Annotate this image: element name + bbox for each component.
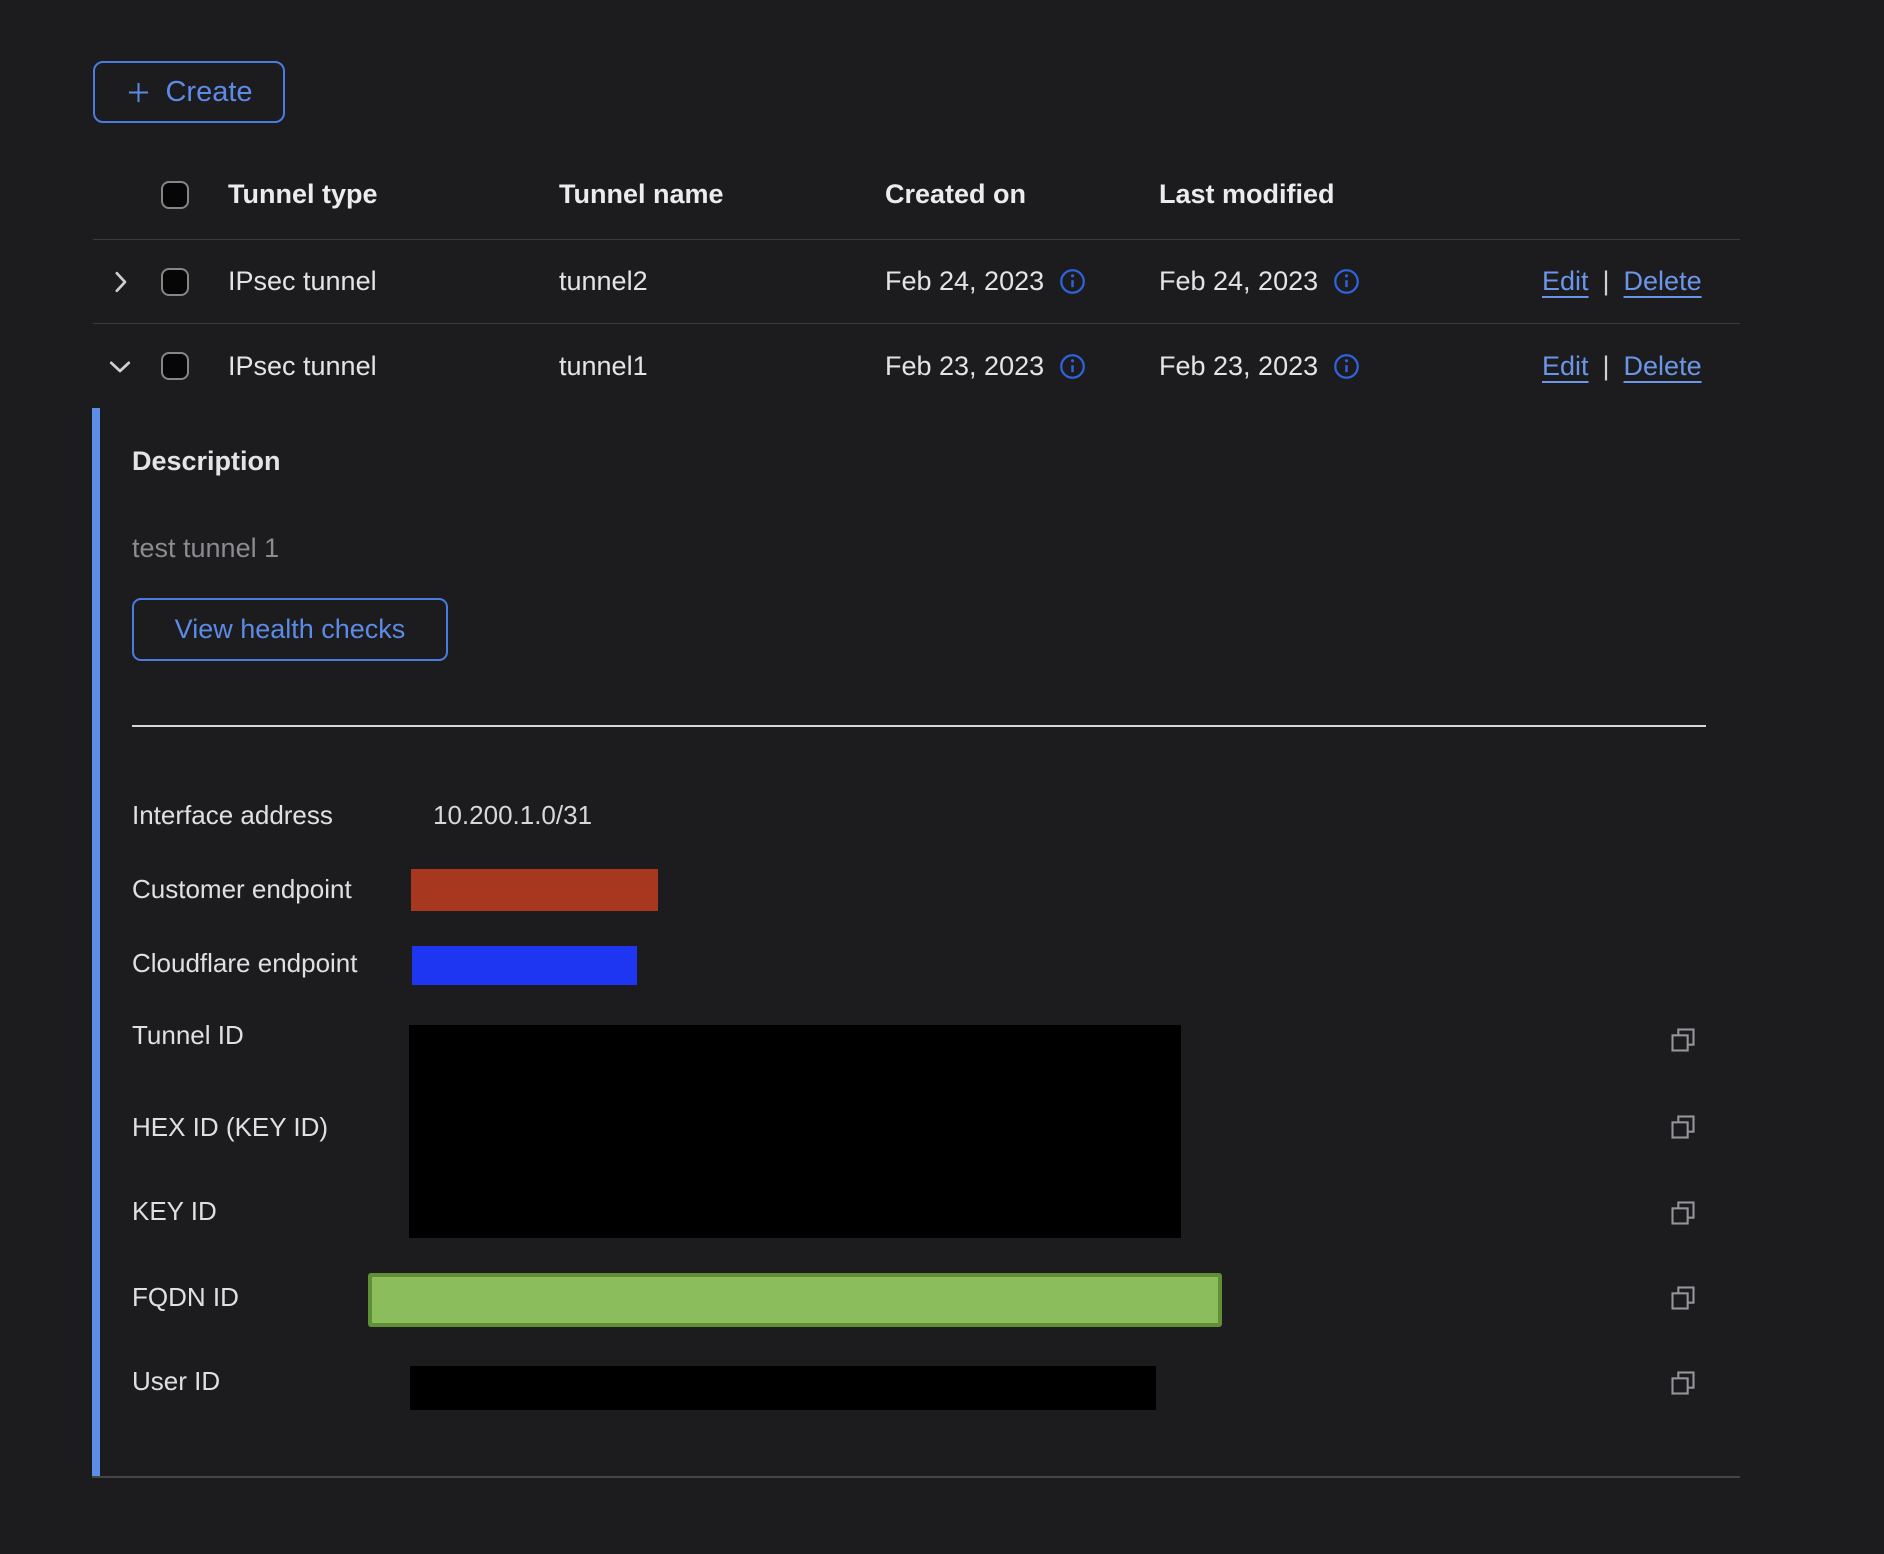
user-id-label: User ID [132,1366,220,1397]
edit-link[interactable]: Edit [1542,351,1589,382]
description-label: Description [132,446,281,477]
created-on-cell: Feb 23, 2023 [885,351,1044,382]
create-button[interactable]: Create [93,61,285,123]
info-icon [1333,353,1360,380]
fqdn-id-redaction [368,1273,1222,1327]
row-checkbox[interactable] [161,268,189,296]
info-button[interactable] [1333,353,1360,380]
row-checkbox[interactable] [161,352,189,380]
interface-address-value: 10.200.1.0/31 [433,800,592,831]
action-separator: | [1603,351,1610,382]
section-divider [132,725,1706,727]
key-id-label: KEY ID [132,1196,217,1227]
create-button-label: Create [165,76,252,109]
copy-key-id-button[interactable] [1669,1199,1697,1227]
copy-icon [1669,1284,1697,1312]
copy-icon [1669,1113,1697,1141]
info-icon [1333,268,1360,295]
info-button[interactable] [1059,353,1086,380]
info-button[interactable] [1059,268,1086,295]
delete-link[interactable]: Delete [1624,351,1702,382]
column-header-last-modified: Last modified [1159,179,1542,210]
tunnel-id-label: Tunnel ID [132,1020,244,1051]
panel-bottom-divider [92,1476,1740,1478]
copy-icon [1669,1026,1697,1054]
fqdn-id-label: FQDN ID [132,1282,239,1313]
column-header-tunnel-name: Tunnel name [559,179,885,210]
user-id-redaction [410,1366,1156,1410]
panel-accent-bar [92,408,100,1478]
edit-link[interactable]: Edit [1542,266,1589,297]
tunnel-name-cell: tunnel2 [559,266,885,297]
expand-row-button[interactable] [93,267,145,297]
collapse-row-button[interactable] [93,351,145,381]
delete-link[interactable]: Delete [1624,266,1702,297]
cloudflare-endpoint-label: Cloudflare endpoint [132,948,358,979]
copy-icon [1669,1369,1697,1397]
copy-fqdn-id-button[interactable] [1669,1284,1697,1312]
action-separator: | [1603,266,1610,297]
column-header-created-on: Created on [885,179,1159,210]
info-icon [1059,353,1086,380]
plus-icon [125,79,152,106]
copy-user-id-button[interactable] [1669,1369,1697,1397]
column-header-tunnel-type: Tunnel type [228,179,559,210]
tunnel-name-cell: tunnel1 [559,351,885,382]
table-header: Tunnel type Tunnel name Created on Last … [93,150,1740,240]
tunnel-id-group-redaction [409,1025,1181,1238]
chevron-right-icon [105,267,135,297]
tunnel-type-cell: IPsec tunnel [228,351,559,382]
hex-id-label: HEX ID (KEY ID) [132,1112,328,1143]
cloudflare-endpoint-redaction [412,946,637,985]
info-icon [1059,268,1086,295]
created-on-cell: Feb 24, 2023 [885,266,1044,297]
info-button[interactable] [1333,268,1360,295]
table-row: IPsec tunnel tunnel1 Feb 23, 2023 Feb 23… [93,324,1740,408]
expanded-tunnel-panel: Description test tunnel 1 View health ch… [92,408,1740,1478]
tunnels-table: Tunnel type Tunnel name Created on Last … [93,150,1740,408]
copy-tunnel-id-button[interactable] [1669,1026,1697,1054]
select-all-checkbox[interactable] [161,181,189,209]
tunnel-type-cell: IPsec tunnel [228,266,559,297]
customer-endpoint-redaction [411,869,658,911]
copy-icon [1669,1199,1697,1227]
copy-hex-id-button[interactable] [1669,1113,1697,1141]
chevron-down-icon [105,351,135,381]
view-health-checks-button[interactable]: View health checks [132,598,448,661]
customer-endpoint-label: Customer endpoint [132,874,352,905]
interface-address-label: Interface address [132,800,333,831]
description-value: test tunnel 1 [132,533,279,564]
last-modified-cell: Feb 24, 2023 [1159,266,1318,297]
last-modified-cell: Feb 23, 2023 [1159,351,1318,382]
table-row: IPsec tunnel tunnel2 Feb 24, 2023 Feb 24… [93,240,1740,324]
